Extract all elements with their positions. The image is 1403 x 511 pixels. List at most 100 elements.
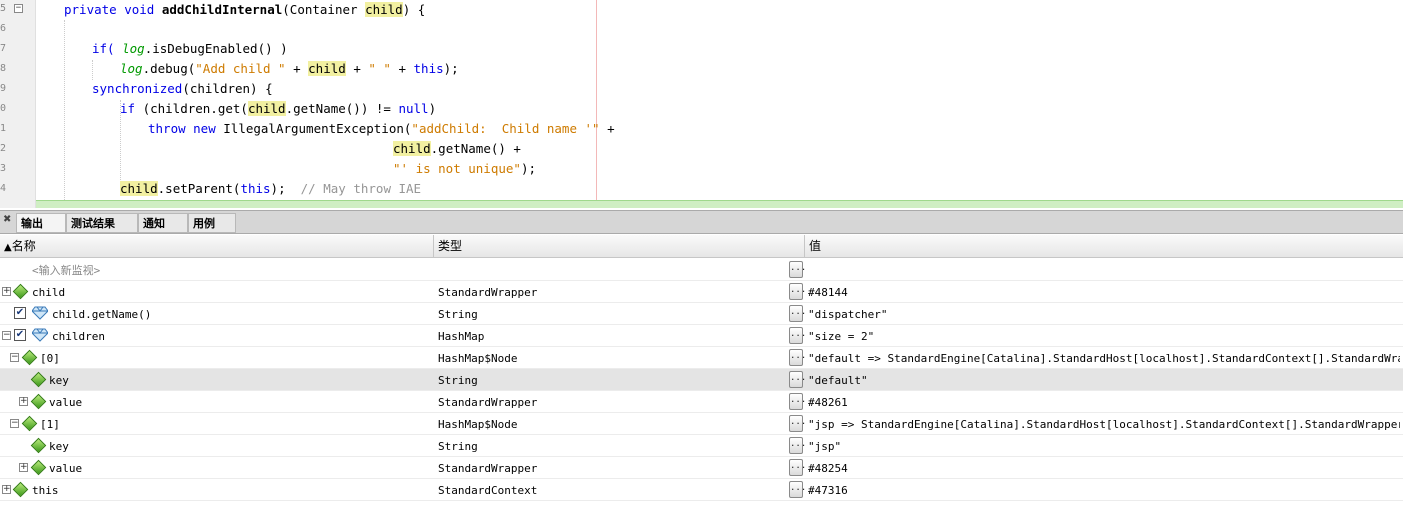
highlighted-symbol: child: [120, 181, 158, 196]
column-header-value[interactable]: 值: [805, 235, 1403, 258]
expand-icon[interactable]: +: [2, 485, 11, 494]
new-watch-row[interactable]: <输入新监视> ...: [0, 259, 1403, 281]
code-text: (children) {: [182, 81, 273, 96]
watch-name: children: [52, 330, 105, 343]
watch-type: String: [438, 374, 478, 387]
collapse-icon[interactable]: −: [2, 331, 11, 340]
code-line: "' is not unique");: [393, 159, 536, 179]
expand-icon[interactable]: +: [2, 287, 11, 296]
tab-output[interactable]: 输出: [16, 213, 66, 233]
code-line: child.getName() +: [393, 139, 521, 159]
comment: // May throw IAE: [300, 181, 422, 196]
watch-name: key: [49, 440, 69, 453]
code-text: .getName() +: [430, 141, 521, 156]
watches-header: ▲名称 类型 值: [0, 235, 1403, 258]
field: log: [122, 41, 145, 56]
line-number: 7: [0, 43, 6, 54]
value-edit-button[interactable]: ...: [789, 481, 806, 498]
code-text: +: [285, 61, 309, 76]
expand-icon[interactable]: +: [19, 397, 28, 406]
line-number: 1: [0, 123, 6, 134]
code-text: );: [520, 161, 536, 176]
watch-row[interactable]: − [1] HashMap$Node ... "jsp => StandardE…: [0, 413, 1403, 435]
keyword: synchronized: [92, 81, 183, 96]
keyword: if(: [92, 41, 123, 56]
value-edit-button[interactable]: ...: [789, 393, 806, 410]
tab-notifications[interactable]: 通知: [138, 213, 188, 233]
code-text: .debug(: [142, 61, 196, 76]
code-text: IllegalArgumentException(: [223, 121, 412, 136]
value-edit-button[interactable]: ...: [789, 283, 806, 300]
column-header-name[interactable]: ▲名称: [0, 235, 434, 258]
code-text: (Container: [282, 2, 366, 17]
value-edit-button[interactable]: ...: [789, 261, 806, 278]
tab-label: 测试结果: [71, 217, 115, 230]
column-label: 名称: [11, 239, 36, 253]
collapse-icon[interactable]: −: [10, 419, 19, 428]
collapse-icon[interactable]: −: [10, 353, 19, 362]
code-line: child.setParent(this); // May throw IAE: [120, 179, 421, 199]
watch-value: #47316: [808, 484, 848, 497]
code-text: +: [390, 61, 414, 76]
watch-name: value: [49, 396, 83, 409]
value-edit-button[interactable]: ...: [789, 305, 806, 322]
column-header-type[interactable]: 类型: [434, 235, 805, 258]
fold-collapse-icon[interactable]: −: [14, 4, 23, 13]
code-text: .setParent(: [157, 181, 241, 196]
watch-type: StandardContext: [438, 484, 538, 497]
keyword: if: [120, 101, 143, 116]
code-text: +: [599, 121, 615, 136]
line-number: 4: [0, 183, 6, 194]
watch-row[interactable]: ✔ child.getName() String ... "dispatcher…: [0, 303, 1403, 325]
string-literal: "Add child ": [195, 61, 286, 76]
keyword: null: [398, 101, 429, 116]
line-number: 3: [0, 163, 6, 174]
watch-row[interactable]: + this StandardContext ... #47316: [0, 479, 1403, 501]
watch-value: #48261: [808, 396, 848, 409]
code-text: );: [270, 181, 301, 196]
watch-row-selected[interactable]: key String ... "default": [0, 369, 1403, 391]
value-edit-button[interactable]: ...: [789, 371, 806, 388]
watch-value: "default => StandardEngine[Catalina].Sta…: [808, 352, 1400, 365]
value-edit-button[interactable]: ...: [789, 349, 806, 366]
new-watch-placeholder[interactable]: <输入新监视>: [32, 259, 100, 281]
string-literal: "' is not unique": [393, 161, 521, 176]
line-number: 5: [0, 3, 6, 14]
watch-row[interactable]: − [0] HashMap$Node ... "default => Stand…: [0, 347, 1403, 369]
highlighted-symbol: child: [393, 141, 431, 156]
code-text: .getName()) !=: [285, 101, 399, 116]
code-text: +: [345, 61, 369, 76]
line-number: 9: [0, 83, 6, 94]
keyword: this: [413, 61, 444, 76]
value-edit-button[interactable]: ...: [789, 459, 806, 476]
tab-use-cases[interactable]: 用例: [188, 213, 236, 233]
watch-name: [1]: [40, 418, 60, 431]
value-edit-button[interactable]: ...: [789, 415, 806, 432]
value-edit-button[interactable]: ...: [789, 437, 806, 454]
close-panel-icon[interactable]: ✖: [3, 214, 11, 225]
watch-type: HashMap$Node: [438, 418, 518, 431]
code-text: ) {: [402, 2, 426, 17]
watch-row[interactable]: − ✔ children HashMap ... "size = 2": [0, 325, 1403, 347]
variable-icon: [30, 437, 47, 454]
watch-row[interactable]: + value StandardWrapper ... #48261: [0, 391, 1403, 413]
line-number: 8: [0, 63, 6, 74]
expand-icon[interactable]: +: [19, 463, 28, 472]
watch-enabled-checkbox[interactable]: ✔: [14, 329, 26, 341]
value-edit-button[interactable]: ...: [789, 327, 806, 344]
watch-row[interactable]: + child StandardWrapper ... #48144: [0, 281, 1403, 303]
code-line: throw new IllegalArgumentException("addC…: [148, 119, 615, 139]
watch-name: [0]: [40, 352, 60, 365]
tab-test-results[interactable]: 测试结果: [66, 213, 138, 233]
watch-row[interactable]: key String ... "jsp": [0, 435, 1403, 457]
variable-icon: [12, 481, 29, 498]
variable-icon: [12, 283, 29, 300]
tab-label: 用例: [193, 217, 215, 230]
method-name: addChildInternal: [161, 2, 283, 17]
watch-row[interactable]: + value StandardWrapper ... #48254: [0, 457, 1403, 479]
highlighted-symbol: child: [247, 101, 286, 116]
watch-type: StandardWrapper: [438, 286, 538, 299]
watch-enabled-checkbox[interactable]: ✔: [14, 307, 26, 319]
watch-name: this: [32, 484, 59, 497]
code-editor[interactable]: 5 − 6 7 8 9 0 1 2 3 4 private void addCh…: [0, 0, 1403, 208]
